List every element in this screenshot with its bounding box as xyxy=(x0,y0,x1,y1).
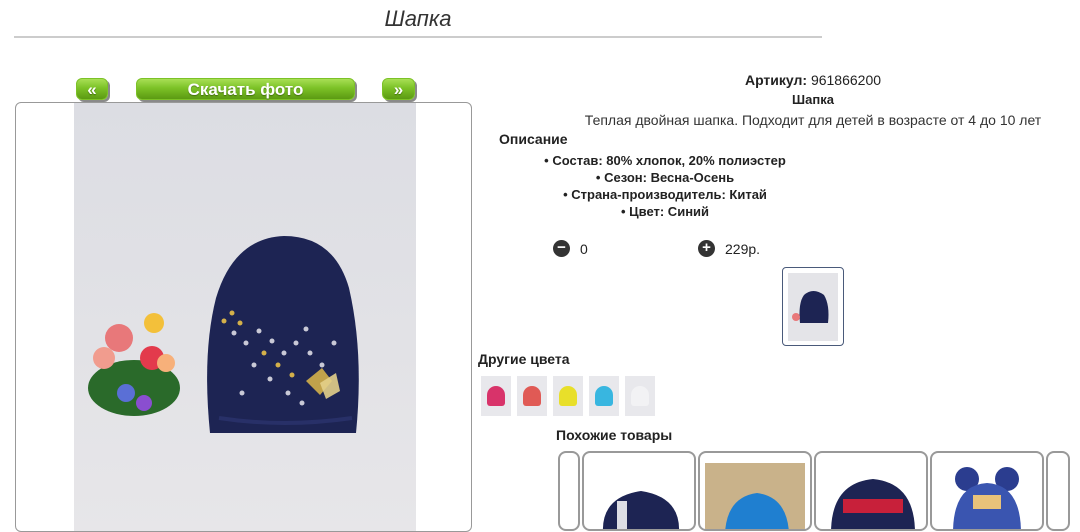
swatch-hat xyxy=(559,386,577,406)
color-swatch[interactable] xyxy=(625,376,655,416)
color-swatch[interactable] xyxy=(589,376,619,416)
similar-product-card[interactable] xyxy=(582,451,696,531)
spec-item: Страна-производитель: Китай xyxy=(480,186,850,203)
page-title: Шапка xyxy=(384,6,452,31)
plus-circle-icon[interactable]: + xyxy=(698,240,715,257)
product-photo[interactable] xyxy=(74,103,416,531)
prev-photo-button[interactable]: « xyxy=(76,78,108,100)
similar-products-heading: Похожие товары xyxy=(556,427,673,443)
spec-item: Состав: 80% хлопок, 20% полиэстер xyxy=(480,152,850,169)
product-short-description: Теплая двойная шапка. Подходит для детей… xyxy=(584,112,1042,128)
carousel-prev-card[interactable] xyxy=(558,451,580,531)
spec-item: Сезон: Весна-Осень xyxy=(480,169,850,186)
spec-item: Цвет: Синий xyxy=(480,203,850,220)
add-to-cart-control: + 229р. xyxy=(698,240,760,257)
color-swatch[interactable] xyxy=(481,376,511,416)
other-colors-heading: Другие цвета xyxy=(478,351,570,367)
carousel-next-card[interactable] xyxy=(1046,451,1070,531)
similar-product-image xyxy=(589,463,689,529)
color-swatch[interactable] xyxy=(517,376,547,416)
color-swatch[interactable] xyxy=(553,376,583,416)
article-label: Артикул: xyxy=(744,72,808,88)
thumbnail-image xyxy=(788,273,838,341)
title-divider xyxy=(14,36,822,38)
article-value: 961866200 xyxy=(810,72,882,88)
description-heading: Описание xyxy=(499,131,568,147)
photo-thumbnail[interactable] xyxy=(782,267,844,346)
swatch-hat xyxy=(487,386,505,406)
spec-list: Состав: 80% хлопок, 20% полиэстер Сезон:… xyxy=(480,152,850,220)
swatch-hat xyxy=(595,386,613,406)
swatch-hat xyxy=(631,386,649,406)
similar-product-image xyxy=(937,463,1037,529)
next-photo-button[interactable]: » xyxy=(382,78,415,100)
swatch-hat xyxy=(523,386,541,406)
quantity-control: − 0 xyxy=(553,240,588,257)
article-line: Артикул: 961866200 xyxy=(490,72,1080,88)
product-photo-frame xyxy=(15,102,472,532)
similar-product-card[interactable] xyxy=(814,451,928,531)
similar-product-card[interactable] xyxy=(930,451,1044,531)
similar-product-image xyxy=(821,463,921,529)
product-name: Шапка xyxy=(792,92,834,107)
similar-product-card[interactable] xyxy=(698,451,812,531)
quantity-value: 0 xyxy=(580,240,588,257)
color-swatches xyxy=(481,376,655,416)
download-photo-button[interactable]: Скачать фото xyxy=(136,78,355,100)
similar-product-image xyxy=(705,463,805,529)
price: 229р. xyxy=(725,240,761,257)
minus-circle-icon[interactable]: − xyxy=(553,240,570,257)
